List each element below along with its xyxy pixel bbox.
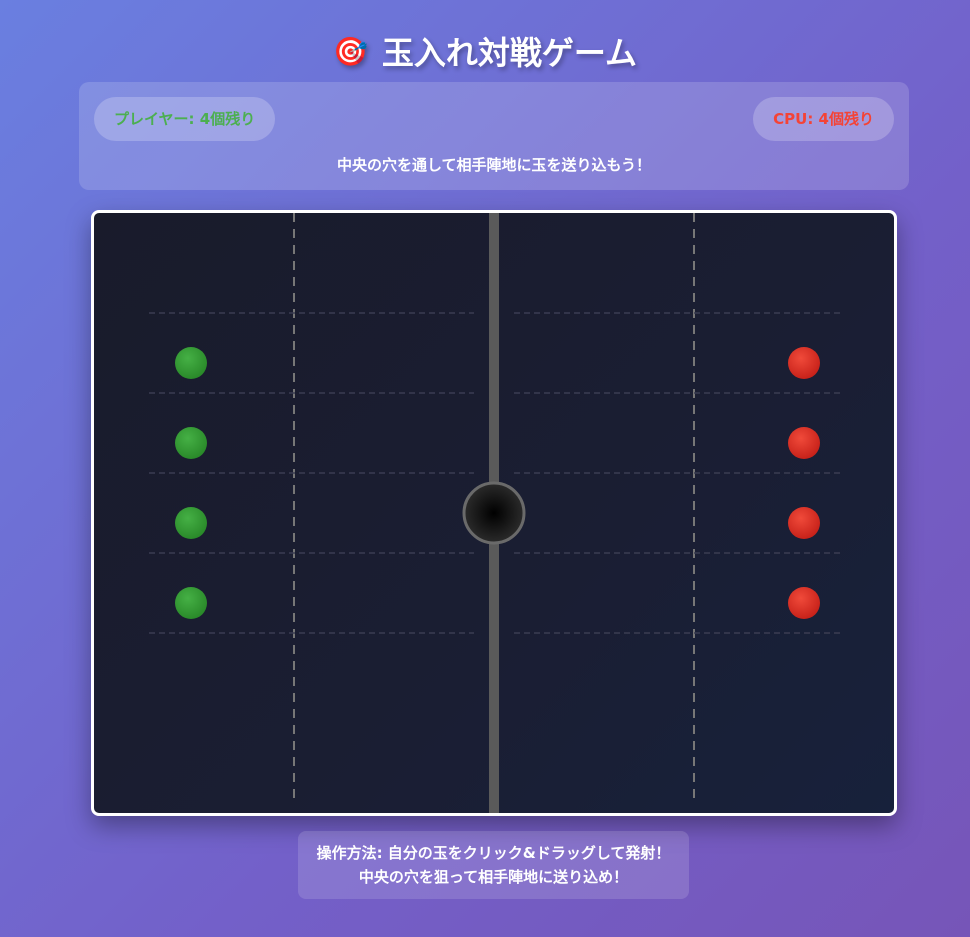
player-ball[interactable] [175, 507, 207, 539]
game-hint: 中央の穴を通して相手陣地に玉を送り込もう！ [336, 156, 652, 174]
player-ball[interactable] [175, 347, 207, 379]
cpu-ball [788, 347, 820, 379]
player-ball[interactable] [175, 427, 207, 459]
cpu-ball [788, 507, 820, 539]
cpu-score-badge: CPU: 4個残り [753, 97, 894, 141]
score-panel: プレイヤー: 4個残り CPU: 4個残り 中央の穴を通して相手陣地に玉を送り込… [79, 82, 909, 190]
player-ball[interactable] [175, 587, 207, 619]
cpu-ball [788, 427, 820, 459]
instructions-text1: 自分の玉をクリック&ドラッグして発射！ [387, 844, 671, 862]
board-canvas[interactable] [94, 213, 894, 813]
page-title: 玉入れ対戦ゲーム [381, 34, 637, 72]
instructions-line1: 操作方法: 自分の玉をクリック&ドラッグして発射！ [298, 841, 689, 865]
center-hole [462, 481, 526, 545]
instructions-line2: 中央の穴を狙って相手陣地に送り込め！ [358, 868, 629, 886]
target-icon: 🎯 [333, 34, 368, 68]
instructions-box: 操作方法: 自分の玉をクリック&ドラッグして発射！ 中央の穴を狙って相手陣地に送… [298, 831, 689, 899]
cpu-balls [788, 347, 820, 619]
game-board[interactable] [91, 210, 897, 816]
cpu-ball [788, 587, 820, 619]
instructions-label: 操作方法: [316, 844, 383, 862]
player-balls[interactable] [175, 347, 207, 619]
player-score-badge: プレイヤー: 4個残り [94, 97, 276, 141]
game-title: 🎯 玉入れ対戦ゲーム [0, 28, 970, 74]
